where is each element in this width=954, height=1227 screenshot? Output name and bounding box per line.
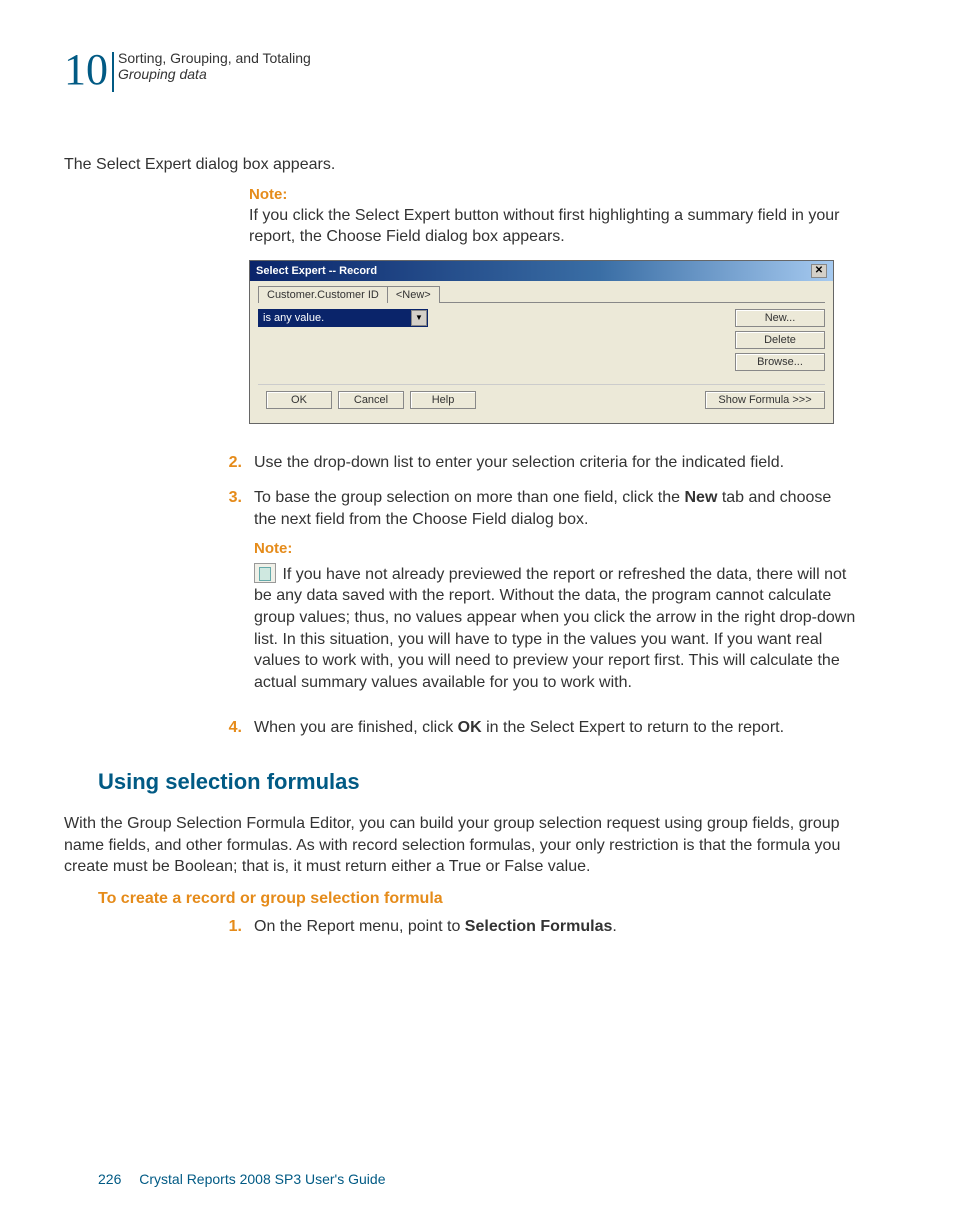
preview-icon (254, 563, 276, 583)
intro-paragraph: The Select Expert dialog box appears. (64, 154, 856, 176)
step-number: 2. (224, 452, 242, 474)
note-text: If you click the Select Expert button wi… (249, 205, 856, 248)
chapter-title: Sorting, Grouping, and Totaling (118, 50, 311, 66)
page-header: 10 Sorting, Grouping, and Totaling Group… (64, 48, 856, 92)
note-text: If you have not already previewed the re… (254, 566, 855, 691)
list-item: 4. When you are finished, click OK in th… (224, 717, 856, 739)
page-number: 226 (98, 1171, 121, 1187)
chapter-subtitle: Grouping data (118, 66, 311, 82)
note-label: Note: (254, 539, 856, 559)
list-item: 3. To base the group selection on more t… (224, 487, 856, 703)
step-number: 1. (224, 916, 242, 938)
new-button[interactable]: New... (735, 309, 825, 327)
tab-new[interactable]: <New> (387, 286, 440, 303)
close-icon[interactable]: ✕ (811, 264, 827, 278)
list-item: 2. Use the drop-down list to enter your … (224, 452, 856, 474)
dialog-title-text: Select Expert -- Record (256, 265, 377, 277)
browse-button[interactable]: Browse... (735, 353, 825, 371)
sub-heading: To create a record or group selection fo… (98, 890, 856, 908)
header-divider (112, 52, 114, 92)
step-text: When you are finished, click OK in the S… (254, 717, 856, 739)
step-number: 4. (224, 717, 242, 739)
chapter-number: 10 (64, 48, 108, 92)
doc-title: Crystal Reports 2008 SP3 User's Guide (139, 1171, 385, 1187)
section-body: With the Group Selection Formula Editor,… (64, 813, 856, 878)
step-list-c: 1. On the Report menu, point to Selectio… (224, 916, 856, 938)
page-footer: 226 Crystal Reports 2008 SP3 User's Guid… (98, 1171, 385, 1187)
cancel-button[interactable]: Cancel (338, 391, 404, 409)
step-text: Use the drop-down list to enter your sel… (254, 452, 856, 474)
criteria-dropdown[interactable]: is any value. ▼ (258, 309, 428, 327)
ok-button[interactable]: OK (266, 391, 332, 409)
show-formula-button[interactable]: Show Formula >>> (705, 391, 825, 409)
step-text: To base the group selection on more than… (254, 487, 856, 703)
criteria-value: is any value. (259, 312, 328, 324)
step-number: 3. (224, 487, 242, 703)
chevron-down-icon[interactable]: ▼ (411, 310, 427, 326)
note-label: Note: (249, 186, 856, 203)
help-button[interactable]: Help (410, 391, 476, 409)
step-text: On the Report menu, point to Selection F… (254, 916, 856, 938)
section-heading: Using selection formulas (98, 769, 856, 795)
tab-customer-id[interactable]: Customer.Customer ID (258, 286, 388, 303)
delete-button[interactable]: Delete (735, 331, 825, 349)
note-block-1: Note: If you click the Select Expert but… (249, 186, 856, 248)
select-expert-dialog: Select Expert -- Record ✕ Customer.Custo… (249, 260, 834, 424)
step-list-a: 2. Use the drop-down list to enter your … (224, 452, 856, 739)
list-item: 1. On the Report menu, point to Selectio… (224, 916, 856, 938)
